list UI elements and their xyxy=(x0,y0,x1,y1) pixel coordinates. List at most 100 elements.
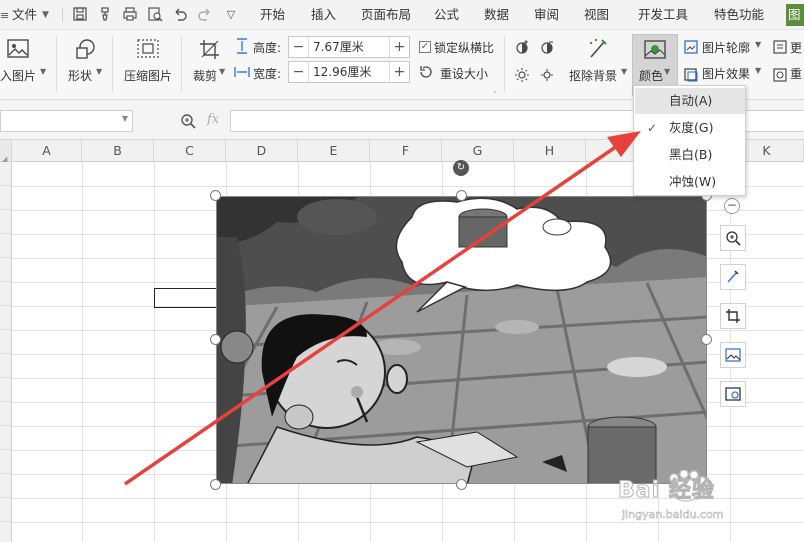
decrease-brightness-icon[interactable] xyxy=(538,66,556,84)
width-stepper[interactable]: − 12.96厘米 + xyxy=(288,61,410,83)
print-preview-icon[interactable] xyxy=(146,6,164,24)
zoom-formula-icon[interactable] xyxy=(180,113,196,129)
column-header-e[interactable]: E xyxy=(298,140,370,162)
resize-handle-bottom[interactable] xyxy=(456,479,467,490)
format-painter-icon[interactable] xyxy=(96,6,114,24)
more-label[interactable]: 更 xyxy=(790,39,802,56)
name-box-chevron-icon[interactable]: ▼ xyxy=(122,114,128,123)
picture-effect-chevron-icon[interactable]: ▼ xyxy=(755,66,761,75)
row-header[interactable] xyxy=(0,306,12,330)
crop-tool-icon[interactable] xyxy=(720,303,746,329)
row-header[interactable] xyxy=(0,474,12,498)
more-icon[interactable] xyxy=(772,38,788,56)
shape-chevron-icon[interactable]: ▼ xyxy=(96,67,102,76)
increase-brightness-icon[interactable] xyxy=(513,66,531,84)
reset-picture-label[interactable]: 重 xyxy=(790,65,802,82)
width-input[interactable]: 12.96厘米 xyxy=(313,62,371,82)
column-header-f[interactable]: F xyxy=(370,140,442,162)
save-icon[interactable] xyxy=(71,6,89,24)
row-header[interactable] xyxy=(0,426,12,450)
remove-background-label[interactable]: 抠除背景 xyxy=(569,67,617,84)
column-header-a[interactable]: A xyxy=(12,140,82,162)
resize-handle-top[interactable] xyxy=(456,190,467,201)
insert-picture-chevron-icon[interactable]: ▼ xyxy=(40,67,46,76)
active-cell[interactable] xyxy=(154,288,217,308)
remove-background-chevron-icon[interactable]: ▼ xyxy=(621,67,627,76)
height-increase-button[interactable]: + xyxy=(389,37,409,57)
crop-icon[interactable] xyxy=(196,36,224,62)
reset-picture-icon[interactable] xyxy=(772,66,788,84)
row-header[interactable] xyxy=(0,498,12,522)
row-header[interactable] xyxy=(0,330,12,354)
row-header[interactable] xyxy=(0,522,12,542)
shape-icon[interactable] xyxy=(72,36,100,62)
name-box[interactable]: ▼ xyxy=(0,110,133,132)
lock-ratio-checkbox[interactable]: ✓ xyxy=(419,41,431,53)
color-option-washout[interactable]: 冲蚀(W) xyxy=(635,169,745,195)
crop-label[interactable]: 裁剪 xyxy=(193,67,217,84)
tab-data[interactable]: 数据 xyxy=(484,0,509,30)
color-option-black-white[interactable]: 黑白(B) xyxy=(635,142,745,168)
row-header[interactable] xyxy=(0,210,12,234)
compress-picture-label[interactable]: 压缩图片 xyxy=(124,67,172,84)
picture-effect-icon[interactable] xyxy=(682,66,700,84)
insert-picture-label[interactable]: 入图片 xyxy=(0,67,36,84)
remove-background-tool-icon[interactable] xyxy=(720,264,746,290)
decrease-contrast-icon[interactable] xyxy=(538,38,556,56)
row-header[interactable] xyxy=(0,402,12,426)
resize-handle-top-left[interactable] xyxy=(210,190,221,201)
redo-icon[interactable] xyxy=(196,6,214,24)
column-header-g[interactable]: G xyxy=(442,140,514,162)
tab-formula[interactable]: 公式 xyxy=(434,0,459,30)
tab-developer[interactable]: 开发工具 xyxy=(638,0,688,30)
select-all-corner[interactable]: ◢ xyxy=(0,140,12,163)
picture-settings-icon[interactable] xyxy=(720,381,746,407)
tab-insert[interactable]: 插入 xyxy=(311,0,336,30)
zoom-in-icon[interactable] xyxy=(720,225,746,251)
height-stepper[interactable]: − 7.67厘米 + xyxy=(288,36,410,58)
column-header-b[interactable]: B xyxy=(82,140,154,162)
undo-icon[interactable] xyxy=(171,6,189,24)
lock-ratio-label[interactable]: 锁定纵横比 xyxy=(434,39,494,56)
row-header[interactable] xyxy=(0,378,12,402)
color-option-auto[interactable]: 自动(A) xyxy=(635,88,745,114)
width-increase-button[interactable]: + xyxy=(389,62,409,82)
file-menu[interactable]: 文件 xyxy=(12,0,37,30)
compress-picture-icon[interactable] xyxy=(134,36,162,62)
color-chevron-icon[interactable]: ▼ xyxy=(664,67,670,76)
picture-color-icon[interactable] xyxy=(641,38,669,62)
tab-view[interactable]: 视图 xyxy=(584,0,609,30)
fx-icon[interactable]: fx xyxy=(207,112,219,127)
color-option-grayscale[interactable]: ✓ 灰度(G) xyxy=(635,115,745,141)
tab-review[interactable]: 审阅 xyxy=(534,0,559,30)
picture-tool-icon[interactable] xyxy=(720,342,746,368)
print-icon[interactable] xyxy=(121,6,139,24)
inserted-picture[interactable] xyxy=(216,196,707,484)
color-label[interactable]: 颜色 xyxy=(639,67,663,84)
size-dialog-launcher-icon[interactable]: ⌟ xyxy=(493,86,496,94)
row-header[interactable] xyxy=(0,354,12,378)
width-decrease-button[interactable]: − xyxy=(289,62,309,82)
height-input[interactable]: 7.67厘米 xyxy=(313,37,364,57)
tab-home[interactable]: 开始 xyxy=(260,0,285,30)
row-header[interactable] xyxy=(0,282,12,306)
column-header-c[interactable]: C xyxy=(154,140,226,162)
row-header[interactable] xyxy=(0,234,12,258)
row-header[interactable] xyxy=(0,162,12,186)
reset-size-icon[interactable] xyxy=(418,64,434,80)
file-menu-chevron-icon[interactable]: ▼ xyxy=(42,0,49,30)
picture-outline-icon[interactable] xyxy=(682,38,700,56)
picture-outline-chevron-icon[interactable]: ▼ xyxy=(755,40,761,49)
column-header-d[interactable]: D xyxy=(226,140,298,162)
resize-handle-bottom-left[interactable] xyxy=(210,479,221,490)
insert-picture-icon[interactable] xyxy=(4,36,32,62)
menu-icon[interactable]: ≡ xyxy=(0,9,9,22)
row-header[interactable] xyxy=(0,186,12,210)
quick-access-dropdown-icon[interactable]: ▽ xyxy=(222,6,240,24)
shape-label[interactable]: 形状 xyxy=(68,67,92,84)
increase-contrast-icon[interactable] xyxy=(513,38,531,56)
remove-background-icon[interactable] xyxy=(584,36,612,62)
resize-handle-left[interactable] xyxy=(210,334,221,345)
tab-page-layout[interactable]: 页面布局 xyxy=(361,0,411,30)
rotate-handle-icon[interactable]: ↻ xyxy=(453,160,469,176)
